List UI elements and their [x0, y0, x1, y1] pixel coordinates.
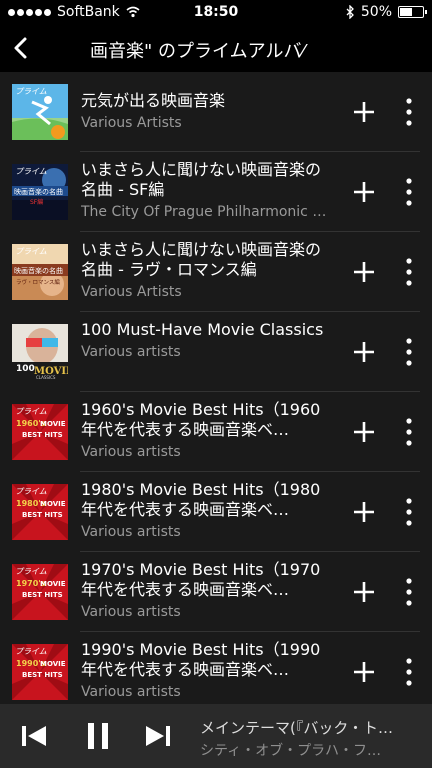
album-info-8: 1990's Movie Best Hits（1990年代を代表する映画音楽ベ……	[81, 640, 335, 702]
now-playing-title: メインテーマ(『バック・ト…	[200, 719, 394, 737]
battery-icon	[398, 6, 427, 18]
svg-text:SF編: SF編	[30, 198, 43, 206]
svg-text:BEST HITS: BEST HITS	[22, 591, 63, 599]
album-info-4: 100 Must-Have Movie Classics Various art…	[81, 320, 335, 362]
album-row-6[interactable]: 1980's MOVIE BEST HITS プライム 1980's Movie…	[0, 472, 432, 552]
album-title: 1990's Movie Best Hits（1990年代を代表する映画音楽ベ…	[81, 640, 321, 679]
status-right: 50%	[346, 4, 427, 20]
album-row-1[interactable]: プライム 元気が出る映画音楽 Various Artists	[0, 72, 432, 152]
mini-player[interactable]: メインテーマ(『バック・ト… シティ・オブ・プラハ・フ…	[0, 704, 432, 768]
svg-text:プライム: プライム	[15, 407, 47, 416]
svg-text:MOVIE: MOVIE	[40, 660, 66, 668]
svg-text:BEST HITS: BEST HITS	[22, 511, 63, 519]
album-artist: Various artists	[81, 344, 181, 360]
album-title: 1960's Movie Best Hits（1960年代を代表する映画音楽ベ…	[81, 400, 321, 439]
svg-text:BEST HITS: BEST HITS	[22, 671, 63, 679]
album-artist: Various artists	[81, 604, 181, 620]
album-cover-5: 1960's MOVIE BEST HITS プライム	[12, 404, 68, 460]
svg-text:100: 100	[16, 364, 35, 374]
more-vertical-icon[interactable]	[397, 336, 421, 368]
more-vertical-icon[interactable]	[397, 656, 421, 688]
svg-text:プライム: プライム	[15, 87, 47, 96]
album-title: 1980's Movie Best Hits（1980年代を代表する映画音楽ベ…	[81, 480, 321, 519]
page-title: 画音楽" のプライムアルバ⁄	[90, 41, 305, 62]
svg-text:プライム: プライム	[15, 247, 47, 256]
album-artist: The City Of Prague Philharmonic O…	[81, 204, 335, 220]
album-title: いまさら人に聞けない映画音楽の名曲 - SF編	[81, 160, 322, 199]
plus-icon[interactable]	[348, 336, 380, 368]
svg-text:CLASSICS: CLASSICS	[36, 375, 56, 380]
album-artist: Various Artists	[81, 115, 182, 131]
more-vertical-icon[interactable]	[397, 576, 421, 608]
pause-icon[interactable]	[82, 720, 114, 752]
album-title: 元気が出る映画音楽	[81, 91, 226, 110]
svg-text:プライム: プライム	[15, 567, 47, 576]
bluetooth-icon	[346, 5, 354, 19]
status-bar: SoftBank 18:50 50%	[0, 0, 432, 24]
svg-text:プライム: プライム	[15, 167, 47, 176]
album-artist: Various artists	[81, 444, 181, 460]
battery-percent: 50%	[360, 4, 392, 20]
svg-text:プライム: プライム	[15, 647, 47, 656]
svg-text:MOVIE: MOVIE	[40, 420, 66, 428]
album-row-5[interactable]: 1960's MOVIE BEST HITS プライム 1960's Movie…	[0, 392, 432, 472]
more-vertical-icon[interactable]	[397, 176, 421, 208]
album-cover-8: 1990's MOVIE BEST HITS プライム	[12, 644, 68, 700]
plus-icon[interactable]	[348, 96, 380, 128]
plus-icon[interactable]	[348, 656, 380, 688]
plus-icon[interactable]	[348, 256, 380, 288]
album-cover-6: 1980's MOVIE BEST HITS プライム	[12, 484, 68, 540]
album-cover-2: 映画音楽の名曲 SF編 プライム	[12, 164, 68, 220]
album-title: 100 Must-Have Movie Classics	[81, 320, 324, 339]
svg-text:映画音楽の名曲: 映画音楽の名曲	[14, 266, 63, 275]
album-info-7: 1970's Movie Best Hits（1970年代を代表する映画音楽ベ……	[81, 560, 335, 622]
plus-icon[interactable]	[348, 416, 380, 448]
more-vertical-icon[interactable]	[397, 416, 421, 448]
album-artist: Various artists	[81, 524, 181, 540]
svg-text:映画音楽の名曲: 映画音楽の名曲	[14, 187, 63, 196]
plus-icon[interactable]	[348, 576, 380, 608]
skip-previous-icon[interactable]	[18, 720, 50, 752]
album-artist: Various Artists	[81, 284, 182, 300]
album-row-4[interactable]: 100 MOVIE CLASSICS 100 Must-Have Movie C…	[0, 312, 432, 392]
svg-text:MOVIE: MOVIE	[40, 580, 66, 588]
skip-next-icon[interactable]	[142, 720, 174, 752]
album-info-3: いまさら人に聞けない映画音楽の名曲 - ラヴ・ロマンス編 Various Art…	[81, 240, 335, 302]
svg-text:MOVIE: MOVIE	[40, 500, 66, 508]
album-info-1: 元気が出る映画音楽 Various Artists	[81, 91, 335, 133]
more-vertical-icon[interactable]	[397, 256, 421, 288]
more-vertical-icon[interactable]	[397, 96, 421, 128]
chevron-left-icon[interactable]	[8, 34, 36, 62]
plus-icon[interactable]	[348, 496, 380, 528]
album-title: いまさら人に聞けない映画音楽の名曲 - ラヴ・ロマンス編	[81, 240, 322, 279]
more-vertical-icon[interactable]	[397, 496, 421, 528]
album-info-2: いまさら人に聞けない映画音楽の名曲 - SF編 The City Of Prag…	[81, 160, 335, 222]
now-playing-artist: シティ・オブ・プラハ・フ…	[200, 743, 382, 759]
svg-text:ラヴ・ロマンス編: ラヴ・ロマンス編	[16, 278, 60, 286]
album-cover-7: 1970's MOVIE BEST HITS プライム	[12, 564, 68, 620]
now-playing-info[interactable]: メインテーマ(『バック・ト… シティ・オブ・プラハ・フ…	[200, 717, 420, 760]
album-row-7[interactable]: 1970's MOVIE BEST HITS プライム 1970's Movie…	[0, 552, 432, 632]
album-info-6: 1980's Movie Best Hits（1980年代を代表する映画音楽ベ……	[81, 480, 335, 542]
album-cover-4: 100 MOVIE CLASSICS	[12, 324, 68, 380]
album-info-5: 1960's Movie Best Hits（1960年代を代表する映画音楽ベ……	[81, 400, 335, 462]
svg-text:プライム: プライム	[15, 487, 47, 496]
album-cover-3: 映画音楽の名曲 ラヴ・ロマンス編 プライム	[12, 244, 68, 300]
plus-icon[interactable]	[348, 176, 380, 208]
album-cover-1: プライム	[12, 84, 68, 140]
nav-bar: 画音楽" のプライムアルバ⁄	[0, 24, 432, 72]
album-artist: Various artists	[81, 684, 181, 700]
svg-text:BEST HITS: BEST HITS	[22, 431, 63, 439]
album-row-2[interactable]: 映画音楽の名曲 SF編 プライム いまさら人に聞けない映画音楽の名曲 - SF編…	[0, 152, 432, 232]
album-row-3[interactable]: 映画音楽の名曲 ラヴ・ロマンス編 プライム いまさら人に聞けない映画音楽の名曲 …	[0, 232, 432, 312]
album-row-8[interactable]: 1990's MOVIE BEST HITS プライム 1990's Movie…	[0, 632, 432, 708]
album-list[interactable]: プライム 元気が出る映画音楽 Various Artists 映画音楽の名曲 S…	[0, 72, 432, 708]
album-title: 1970's Movie Best Hits（1970年代を代表する映画音楽ベ…	[81, 560, 321, 599]
